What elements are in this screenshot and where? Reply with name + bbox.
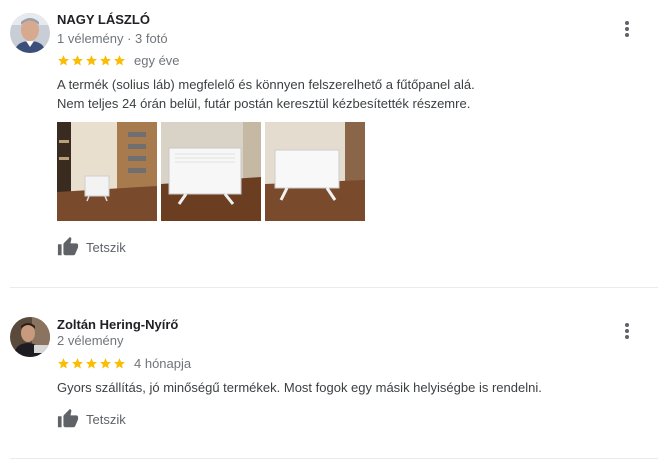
review-text-line: Gyors szállítás, jó minőségű termékek. M…: [57, 380, 542, 395]
review-text-line: A termék (solius láb) megfelelő és könny…: [57, 77, 475, 92]
review-card: Zoltán Hering-Nyírő 2 vélemény 4 hónapja…: [0, 290, 666, 461]
reviewer-name[interactable]: NAGY LÁSZLÓ: [57, 12, 150, 27]
star-icon: [114, 54, 125, 65]
review-text-line: Nem teljes 24 órán belül, futár postán k…: [57, 96, 471, 111]
like-button[interactable]: Tetszik: [57, 236, 126, 258]
review-card: NAGY LÁSZLÓ 1 vélemény · 3 fotó egy éve …: [0, 0, 666, 290]
reviewer-meta[interactable]: 1 vélemény · 3 fotó: [57, 31, 168, 46]
star-icon: [72, 54, 83, 65]
thumbs-up-icon: [57, 236, 79, 256]
more-vert-icon[interactable]: [617, 321, 637, 341]
review-photo[interactable]: [161, 122, 261, 221]
review-time: 4 hónapja: [134, 355, 192, 371]
star-icon: [58, 357, 69, 368]
star-icon: [86, 357, 97, 368]
review-time: egy éve: [134, 52, 180, 68]
star-icon: [100, 357, 111, 368]
like-button[interactable]: Tetszik: [57, 408, 126, 430]
review-text: A termék (solius láb) megfelelő és könny…: [57, 75, 637, 113]
review-divider: [10, 458, 658, 459]
star-icon: [100, 54, 111, 65]
review-divider: [10, 287, 658, 288]
like-label: Tetszik: [86, 411, 126, 427]
star-icon: [72, 357, 83, 368]
reviewer-meta[interactable]: 2 vélemény: [57, 333, 123, 348]
review-photo[interactable]: [57, 122, 157, 221]
reviewer-name[interactable]: Zoltán Hering-Nyírő: [57, 317, 178, 332]
more-vert-icon[interactable]: [617, 19, 637, 39]
star-icon: [58, 54, 69, 65]
star-rating: egy éve: [57, 52, 180, 68]
star-rating: 4 hónapja: [57, 355, 192, 371]
star-icon: [86, 54, 97, 65]
review-photo[interactable]: [265, 122, 365, 221]
avatar[interactable]: [10, 13, 50, 53]
like-label: Tetszik: [86, 239, 126, 255]
avatar[interactable]: [10, 317, 50, 357]
star-icon: [114, 357, 125, 368]
thumbs-up-icon: [57, 408, 79, 428]
review-text: Gyors szállítás, jó minőségű termékek. M…: [57, 378, 637, 397]
